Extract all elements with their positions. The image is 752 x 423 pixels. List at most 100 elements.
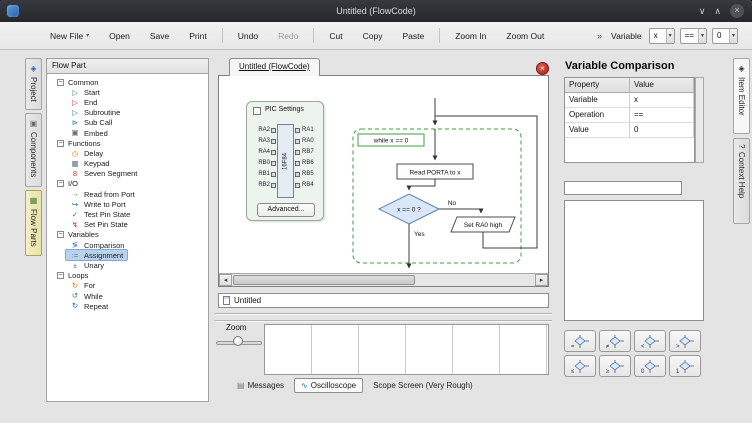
decision-flow-icon: ≤ — [570, 359, 590, 374]
tree-item-subroutine[interactable]: ▷Subroutine — [47, 108, 208, 118]
comparison-preset-button-1[interactable]: = — [564, 330, 596, 352]
tree-item-embed[interactable]: ▣Embed — [47, 128, 208, 138]
tree-row-inner: ↯Set Pin State — [66, 220, 132, 230]
collapse-expander-icon[interactable]: − — [57, 231, 64, 238]
property-value-cell[interactable]: == — [630, 108, 694, 123]
collapse-expander-icon[interactable]: − — [57, 79, 64, 86]
toolbar-button-new-file[interactable]: New File▾ — [40, 27, 99, 45]
toolbar-separator — [313, 28, 314, 43]
sidebar-tab-flow-parts[interactable]: ▦Flow Parts — [25, 190, 42, 256]
toolbar-button-open[interactable]: Open — [99, 27, 140, 45]
property-name-cell[interactable]: Value — [565, 123, 630, 138]
tree-item-delay[interactable]: ◷Delay — [47, 148, 208, 158]
flowchart-name-field[interactable]: Untitled — [218, 293, 549, 308]
comparison-preset-button-7[interactable]: 0 — [634, 355, 666, 377]
sidebar-tab-project[interactable]: ◈Project — [25, 58, 42, 110]
tree-item-seven-segment[interactable]: 8Seven Segment — [47, 169, 208, 179]
scroll-right-arrow[interactable]: ▸ — [535, 274, 548, 286]
bottom-tab-oscilloscope[interactable]: ∿Oscilloscope — [294, 378, 363, 393]
while-loop-boundary[interactable] — [353, 129, 521, 263]
item-editor-list[interactable] — [564, 200, 704, 321]
pin-pad — [295, 172, 300, 177]
combo-variable[interactable]: x▾ — [649, 28, 675, 44]
property-table-header: Property — [565, 78, 630, 93]
toolbar-button-zoom-in[interactable]: Zoom In — [445, 27, 496, 45]
maximize-button[interactable]: ∧ — [714, 7, 721, 16]
bottom-tab-messages[interactable]: ▤Messages — [230, 378, 291, 393]
toolbar-button-paste[interactable]: Paste — [392, 27, 434, 45]
toolbar-button-save[interactable]: Save — [140, 27, 179, 45]
item-editor-input[interactable] — [564, 181, 682, 195]
comparison-preset-button-6[interactable]: ≥ — [599, 355, 631, 377]
tree-item-repeat[interactable]: ↻Repeat — [47, 301, 208, 311]
property-value-cell[interactable]: x — [630, 93, 694, 108]
pin-pad — [295, 139, 300, 144]
scroll-left-arrow[interactable]: ◂ — [219, 274, 232, 286]
titlebar[interactable]: Untitled (FlowCode) ∨ ∧ × — [0, 0, 752, 22]
tree-item-set-pin-state[interactable]: ↯Set Pin State — [47, 220, 208, 230]
comparison-preset-button-8[interactable]: 1 — [669, 355, 701, 377]
canvas-tab[interactable]: Untitled (FlowCode) — [229, 58, 320, 76]
pin-pad — [271, 161, 276, 166]
comparison-preset-button-2[interactable]: ≠ — [599, 330, 631, 352]
tree-group-variables[interactable]: −Variables — [47, 230, 208, 240]
tree-item-end[interactable]: ▷End — [47, 97, 208, 107]
tree-item-start[interactable]: ▷Start — [47, 87, 208, 97]
sidebar-tab-components[interactable]: ▣Components — [25, 113, 42, 187]
minimize-button[interactable]: ∨ — [699, 7, 706, 16]
property-name-cell[interactable]: Operation — [565, 108, 630, 123]
horizontal-splitter[interactable] — [214, 320, 552, 321]
tree-item-read-from-port[interactable]: →Read from Port — [47, 189, 208, 199]
tree-item-write-to-port[interactable]: ↪Write to Port — [47, 199, 208, 209]
toolbar-button-undo[interactable]: Undo — [228, 27, 268, 45]
pic-settings-panel[interactable]: PIC Settings 16F84 RA2RA3RA4RB0RB1RB2RA1… — [246, 101, 324, 221]
tree-group-common[interactable]: −Common — [47, 77, 208, 87]
combo-value[interactable]: 0▾ — [712, 28, 738, 44]
side-tab-item-editor[interactable]: ◈Item Editor — [733, 58, 750, 134]
tree-group-loops[interactable]: −Loops — [47, 271, 208, 281]
combo-operation[interactable]: ==▾ — [680, 28, 707, 44]
toolbar-overflow-icon[interactable]: » — [597, 31, 602, 41]
tree-item-assignment[interactable]: :=Assignment — [47, 250, 208, 260]
tree-item-comparison[interactable]: ≶Comparison — [47, 240, 208, 250]
comparison-preset-button-3[interactable]: < — [634, 330, 666, 352]
tree-group-functions[interactable]: −Functions — [47, 138, 208, 148]
bottom-tab-scope-screen-very-rough[interactable]: Scope Screen (Very Rough) — [366, 378, 480, 393]
zoom-slider-thumb[interactable] — [233, 336, 243, 346]
advanced-button[interactable]: Advanced... — [257, 203, 315, 217]
tree-group-i-o[interactable]: −I/O — [47, 179, 208, 189]
svg-text:>: > — [676, 344, 680, 349]
tree-item-label: Unary — [84, 261, 104, 270]
tree-item-label: Keypad — [84, 159, 109, 168]
horizontal-splitter[interactable] — [214, 313, 552, 314]
tree-item-test-pin-state[interactable]: ✓Test Pin State — [47, 209, 208, 219]
property-value-cell[interactable]: 0 — [630, 123, 694, 138]
close-button[interactable]: × — [730, 4, 744, 18]
subroutine-icon: ▷ — [70, 109, 80, 117]
toolbar-button-redo[interactable]: Redo — [268, 27, 308, 45]
toolbar-button-cut[interactable]: Cut — [319, 27, 352, 45]
tree-row-inner: ↪Write to Port — [66, 199, 130, 209]
tree-item-for[interactable]: ↻For — [47, 281, 208, 291]
toolbar-button-zoom-out[interactable]: Zoom Out — [496, 27, 554, 45]
property-name-cell[interactable]: Variable — [565, 93, 630, 108]
tree-item-sub-call[interactable]: ⊳Sub Call — [47, 118, 208, 128]
scrollbar-thumb[interactable] — [233, 275, 415, 285]
tree-item-keypad[interactable]: ▦Keypad — [47, 159, 208, 169]
collapse-expander-icon[interactable]: − — [57, 180, 64, 187]
tab-label: Item Editor — [737, 77, 746, 116]
messages-icon: ▤ — [237, 381, 245, 390]
comparison-preset-button-5[interactable]: ≤ — [564, 355, 596, 377]
comparison-preset-button-4[interactable]: > — [669, 330, 701, 352]
collapse-expander-icon[interactable]: − — [57, 272, 64, 279]
flowchart-canvas[interactable]: while x == 0 Read PORTA to x x == 0 ? No… — [218, 75, 549, 287]
toolbar-button-copy[interactable]: Copy — [353, 27, 393, 45]
tree-item-while[interactable]: ↺While — [47, 291, 208, 301]
tree-item-unary[interactable]: ±Unary — [47, 260, 208, 270]
collapse-expander-icon[interactable]: − — [57, 140, 64, 147]
canvas-close-button[interactable]: × — [536, 62, 549, 75]
canvas-horizontal-scrollbar[interactable]: ◂ ▸ — [219, 273, 548, 286]
property-table-scrollbar[interactable] — [695, 77, 704, 163]
toolbar-button-print[interactable]: Print — [179, 27, 216, 45]
side-tab-context-help[interactable]: ?Context Help — [733, 138, 750, 224]
